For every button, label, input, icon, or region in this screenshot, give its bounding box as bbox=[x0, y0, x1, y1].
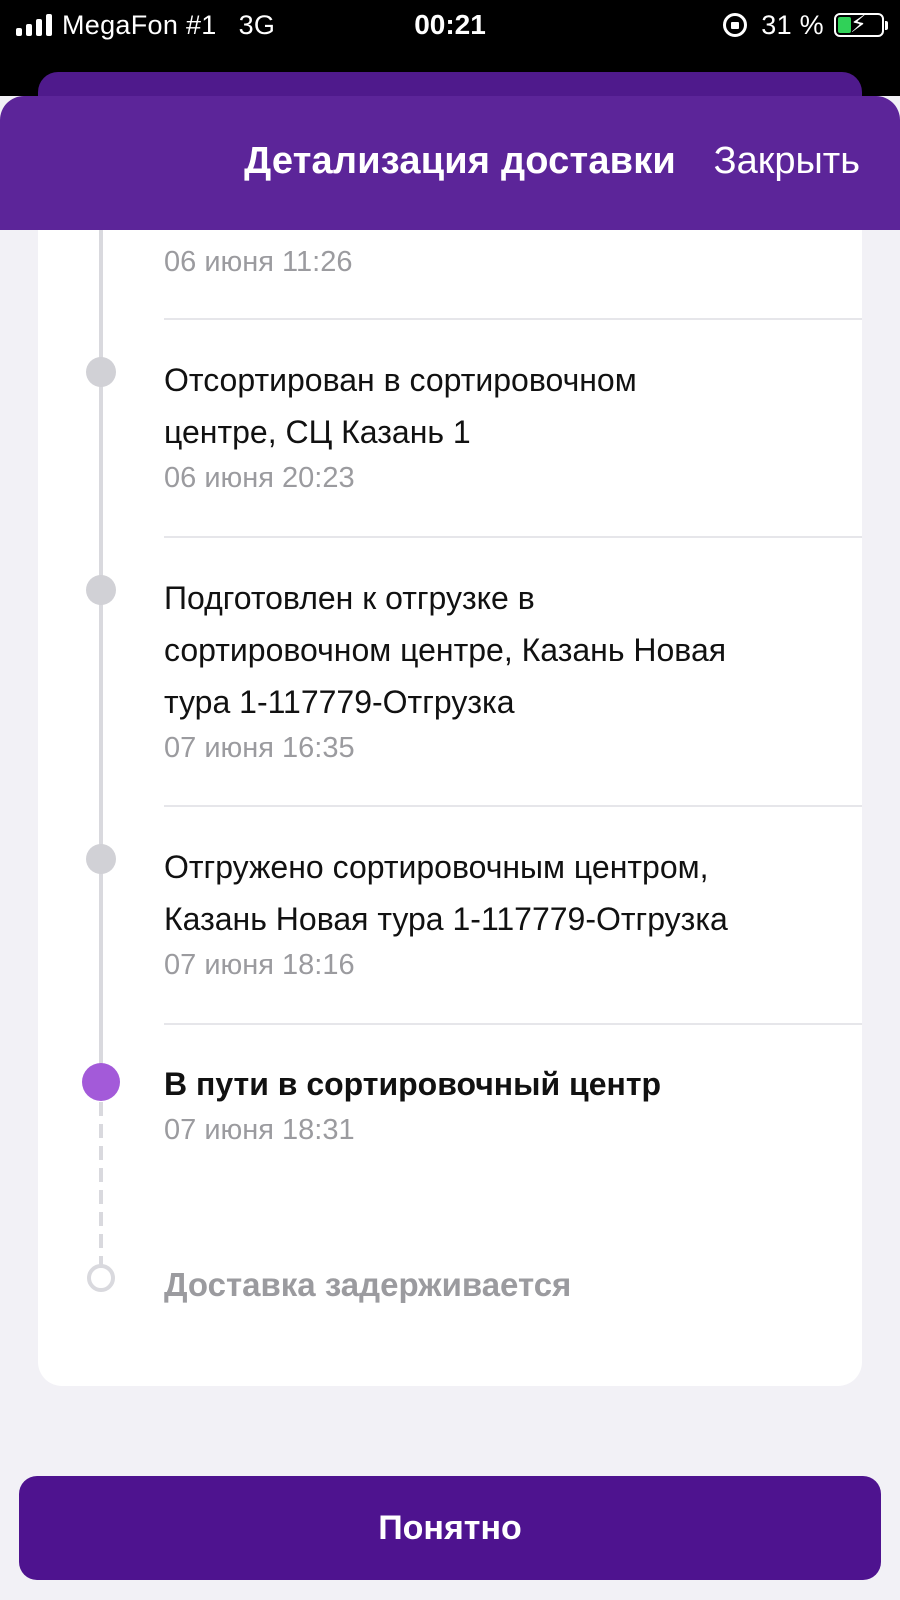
event-title-line: тура 1-117779-Отгрузка bbox=[164, 684, 515, 720]
ok-button[interactable]: Понятно bbox=[19, 1476, 881, 1580]
event-date: 07 июня 18:31 bbox=[164, 1114, 355, 1146]
close-button[interactable]: Закрыть bbox=[714, 140, 860, 183]
event-title-line: Подготовлен к отгрузке в bbox=[164, 580, 535, 616]
event-date: 07 июня 16:35 bbox=[164, 732, 355, 764]
timeline-dot bbox=[86, 575, 116, 605]
timeline-event: Подготовлен к отгрузке в сортировочном ц… bbox=[164, 572, 854, 768]
timeline-event: Отсортирован в сортировочном центре, СЦ … bbox=[164, 354, 854, 498]
event-title-line: Отгружено сортировочным центром, bbox=[164, 849, 709, 885]
timeline-event: 06 июня 11:26 bbox=[164, 242, 854, 282]
battery-percent: 31 % bbox=[761, 9, 824, 40]
charging-bolt-icon: ⚡ bbox=[850, 11, 867, 38]
event-title-line: сортировочном центре, Казань Новая bbox=[164, 632, 727, 668]
divider bbox=[164, 318, 862, 320]
current-status-dot bbox=[82, 1063, 120, 1101]
timeline-dashed-line bbox=[99, 1102, 103, 1274]
status-right: 31 % ⚡ bbox=[723, 8, 888, 42]
event-title-line: Казань Новая тура 1-117779-Отгрузка bbox=[164, 901, 728, 937]
divider bbox=[164, 536, 862, 538]
orientation-lock-icon bbox=[723, 13, 748, 37]
timeline-dot bbox=[86, 357, 116, 387]
event-date: 06 июня 11:26 bbox=[164, 246, 353, 278]
divider bbox=[164, 1023, 862, 1025]
pending-status-label: Доставка задерживается bbox=[164, 1266, 572, 1303]
event-title-line: Отсортирован в сортировочном bbox=[164, 362, 637, 398]
event-title: В пути в сортировочный центр bbox=[164, 1066, 662, 1102]
delivery-timeline-card: 06 июня 11:26 Отсортирован в сортировочн… bbox=[38, 230, 862, 1386]
timeline-event: Отгружено сортировочным центром, Казань … bbox=[164, 841, 854, 985]
divider bbox=[164, 805, 862, 807]
event-title-line: центре, СЦ Казань 1 bbox=[164, 414, 471, 450]
current-timeline-event: В пути в сортировочный центр 07 июня 18:… bbox=[164, 1058, 854, 1150]
battery-icon: ⚡ bbox=[834, 11, 888, 38]
page-title: Детализация доставки bbox=[244, 140, 676, 182]
event-date: 06 июня 20:23 bbox=[164, 462, 355, 494]
timeline-dot bbox=[86, 844, 116, 874]
event-date: 07 июня 18:16 bbox=[164, 949, 355, 981]
modal-header: Детализация доставки Закрыть bbox=[0, 96, 900, 230]
pending-status-dot bbox=[87, 1264, 115, 1292]
